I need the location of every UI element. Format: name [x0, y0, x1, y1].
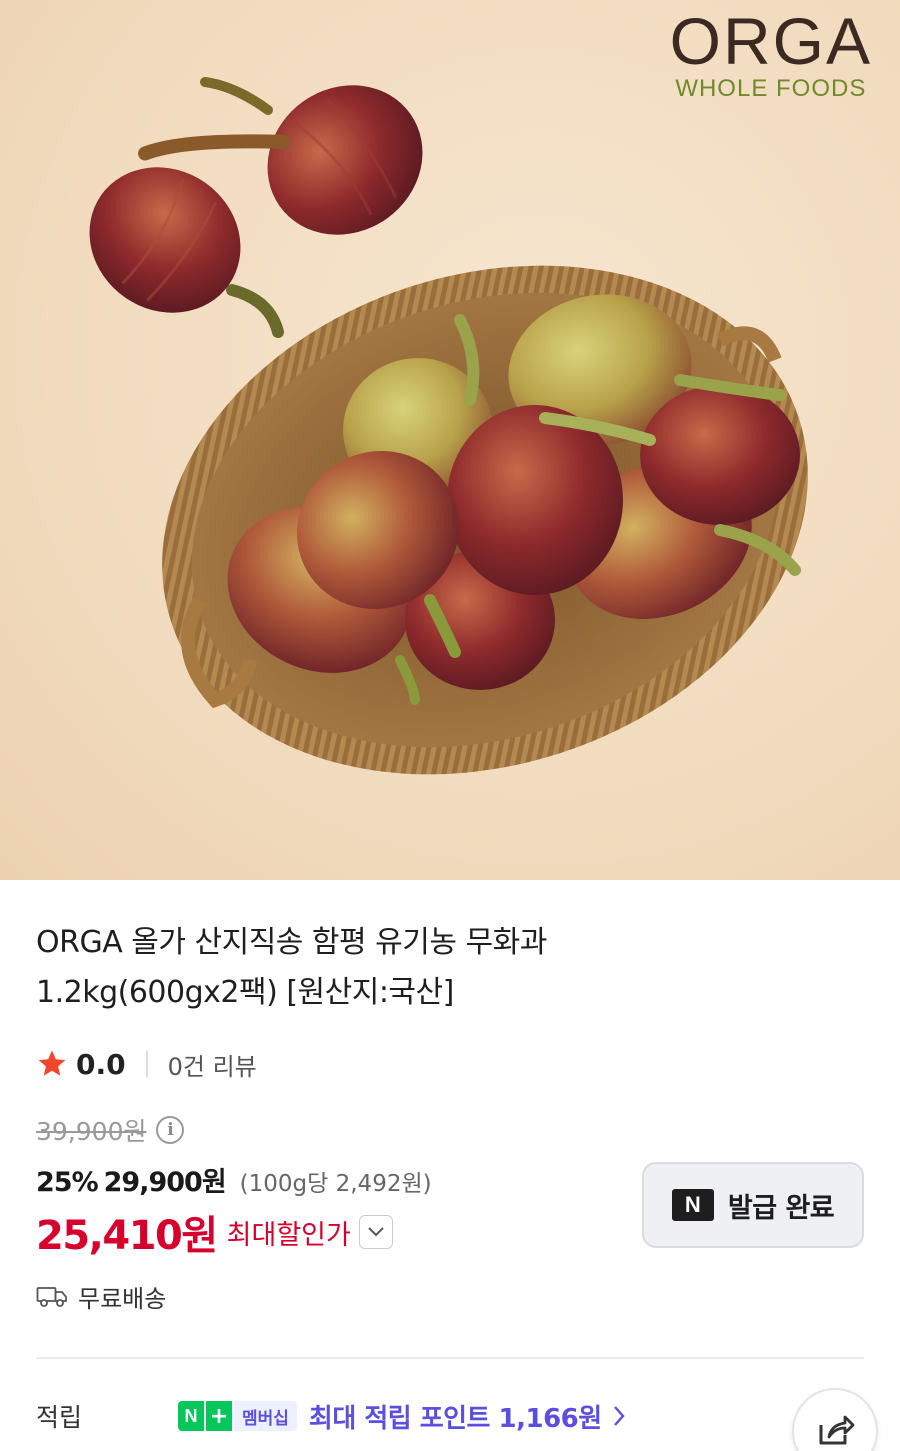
shipping-label: 무료배송: [78, 1284, 167, 1313]
product-title: ORGA 올가 산지직송 함평 유기농 무화과 1.2kg(600gx2팩) […: [36, 918, 856, 1018]
rating-row[interactable]: 0.0 0건 리뷰: [36, 1044, 257, 1084]
brand-name: ORGA: [669, 4, 872, 78]
share-icon: [819, 1415, 855, 1445]
product-title-line-1: ORGA 올가 산지직송 함평 유기농 무화과: [36, 925, 547, 960]
figs-basket-illustration: [89, 77, 808, 775]
naver-n-badge: N: [178, 1401, 204, 1431]
original-price: 39,900원: [36, 1117, 147, 1146]
coupon-issue-button[interactable]: N 발급 완료: [642, 1162, 864, 1248]
original-price-row: 39,900원 i: [36, 1112, 185, 1148]
product-image[interactable]: ORGA WHOLE FOODS: [0, 0, 900, 880]
max-discount-label: 최대할인가: [226, 1219, 351, 1251]
sale-price: 29,900원: [103, 1167, 227, 1198]
brand-subtitle: WHOLE FOODS: [675, 75, 867, 102]
share-button[interactable]: [792, 1388, 878, 1451]
points-row[interactable]: 적립 N + 멤버십 최대 적립 포인트 1,166원: [36, 1396, 626, 1436]
brand-logo: ORGA WHOLE FOODS: [670, 8, 872, 104]
naver-plus-membership-badge: N + 멤버십: [178, 1401, 297, 1431]
rating-score: 0.0: [76, 1047, 126, 1081]
max-discount-row[interactable]: 25,410원 최대할인가: [36, 1206, 393, 1259]
membership-badge: 멤버십: [234, 1401, 297, 1431]
product-title-line-2: 1.2kg(600gx2팩) [원산지:국산]: [36, 975, 454, 1010]
naver-n-icon: N: [671, 1189, 714, 1221]
chevron-down-icon[interactable]: [358, 1215, 393, 1249]
info-icon[interactable]: i: [156, 1116, 185, 1144]
coupon-label: 발급 완료: [727, 1192, 835, 1224]
max-discount-price: 25,410원: [36, 1213, 218, 1259]
truck-icon: [36, 1287, 67, 1307]
points-label: 적립: [36, 1403, 83, 1432]
shipping-row: 무료배송: [36, 1278, 166, 1314]
divider: [145, 1051, 148, 1077]
unit-price: (100g당 2,492원): [239, 1171, 432, 1197]
star-icon: [38, 1050, 66, 1076]
discount-percent: 25%: [36, 1167, 99, 1198]
section-divider: [36, 1357, 864, 1359]
fig: [89, 167, 241, 313]
plus-badge: +: [206, 1401, 232, 1431]
sale-price-row: 25% 29,900원 (100g당 2,492원): [36, 1160, 432, 1200]
max-points-text: 최대 적립 포인트 1,166원: [308, 1403, 602, 1434]
chevron-right-icon[interactable]: [612, 1404, 626, 1428]
review-count-link[interactable]: 0건 리뷰: [168, 1047, 257, 1082]
